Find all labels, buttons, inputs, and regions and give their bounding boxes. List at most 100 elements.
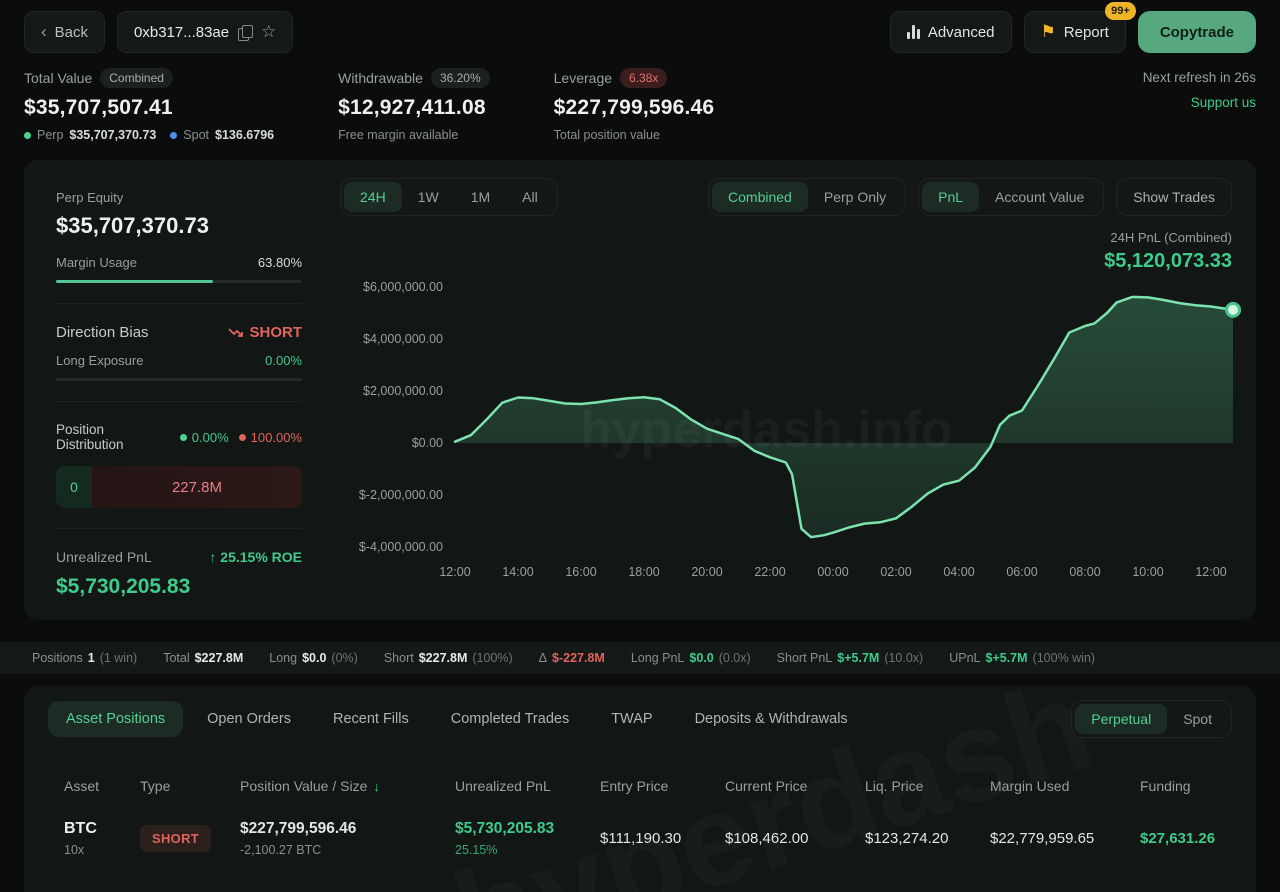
overview-chart-panel: Perp Equity $35,707,370.73 Margin Usage … <box>24 160 1256 620</box>
unrealized-pnl-cell: $5,730,205.83 25.15% <box>455 820 555 857</box>
topbar-actions: Advanced ⚑ Report 99+ Copytrade <box>889 2 1256 53</box>
address-pill[interactable]: 0xb317...83ae ☆ <box>117 11 294 53</box>
col-asset[interactable]: Asset <box>64 770 140 802</box>
col-liq-price[interactable]: Liq. Price <box>865 770 990 802</box>
report-label: Report <box>1063 23 1109 41</box>
col-entry-price[interactable]: Entry Price <box>600 770 725 802</box>
tab-deposits-withdrawals[interactable]: Deposits & Withdrawals <box>677 701 866 737</box>
summary-upnl: UPnL $+5.7M (100% win) <box>949 651 1096 665</box>
show-trades-button[interactable]: Show Trades <box>1116 178 1232 216</box>
liq-price-cell: $123,274.20 <box>865 830 949 847</box>
roe-value: 25.15% ROE <box>220 549 302 565</box>
withdrawable-badge: 36.20% <box>430 68 490 88</box>
col-current-price[interactable]: Current Price <box>725 770 865 802</box>
withdrawable-stat: Withdrawable 36.20% $12,927,411.08 Free … <box>338 68 490 142</box>
refresh-countdown: Next refresh in 26s <box>1142 70 1256 85</box>
range-tab-24h[interactable]: 24H <box>344 182 402 212</box>
perp-value: $35,707,370.73 <box>69 128 157 142</box>
metric-tab-group: PnL Account Value <box>918 178 1105 216</box>
leverage-label: Leverage <box>553 70 613 86</box>
position-value-cell: $227,799,596.46 -2,100.27 BTC <box>240 820 357 857</box>
svg-text:02:00: 02:00 <box>880 565 911 579</box>
metric-tab-account-value[interactable]: Account Value <box>979 182 1100 212</box>
table-row[interactable]: BTC 10x SHORT $227,799,596.46 -2,100.27 … <box>64 802 1216 865</box>
range-tab-1w[interactable]: 1W <box>402 182 455 212</box>
direction-bias-label: Direction Bias <box>56 324 149 341</box>
col-unrealized-pnl[interactable]: Unrealized PnL <box>455 770 600 802</box>
wallet-address: 0xb317...83ae <box>134 23 230 41</box>
star-icon[interactable]: ☆ <box>261 23 276 40</box>
table-header-row: Asset Type Position Value / Size ↓ Unreal… <box>64 770 1216 802</box>
range-tab-1m[interactable]: 1M <box>455 182 506 212</box>
summary-long: Long $0.0 (0%) <box>269 651 358 665</box>
tab-completed-trades[interactable]: Completed Trades <box>433 701 587 737</box>
tab-twap[interactable]: TWAP <box>593 701 670 737</box>
svg-text:$4,000,000.00: $4,000,000.00 <box>363 332 443 346</box>
perp-dot-icon <box>24 131 31 139</box>
spot-value: $136.6796 <box>215 128 275 142</box>
long-exposure-label: Long Exposure <box>56 353 144 368</box>
advanced-button[interactable]: Advanced <box>889 11 1012 53</box>
withdrawable-label: Withdrawable <box>338 70 423 86</box>
spot-label: Spot <box>183 128 210 142</box>
summary-delta: Δ $-227.8M <box>538 651 605 665</box>
support-us-link[interactable]: Support us <box>1143 95 1256 110</box>
account-stats-row: Total Value Combined $35,707,507.41 Perp… <box>24 68 1256 142</box>
advanced-label: Advanced <box>927 23 995 41</box>
report-count-badge: 99+ <box>1105 2 1136 20</box>
divider <box>56 303 302 304</box>
report-button-wrap: ⚑ Report 99+ <box>1023 2 1136 53</box>
col-funding[interactable]: Funding <box>1140 770 1216 802</box>
pnl-area-chart: $6,000,000.00 $4,000,000.00 $2,000,000.00 $… <box>359 280 1242 579</box>
tab-open-orders[interactable]: Open Orders <box>189 701 309 737</box>
sort-desc-icon: ↓ <box>373 779 380 794</box>
metric-tab-pnl[interactable]: PnL <box>922 182 980 212</box>
summary-short: Short $227.8M (100%) <box>383 651 513 665</box>
mode-tab-perp-only[interactable]: Perp Only <box>808 182 902 212</box>
trend-down-icon <box>227 327 243 337</box>
copytrade-button[interactable]: Copytrade <box>1137 11 1256 53</box>
svg-text:00:00: 00:00 <box>817 565 848 579</box>
svg-text:$-2,000,000.00: $-2,000,000.00 <box>359 488 443 502</box>
total-value: $35,707,507.41 <box>24 96 173 119</box>
pnl-readout-label: 24H PnL (Combined) <box>1110 230 1232 245</box>
svg-text:$0.00: $0.00 <box>412 436 443 450</box>
svg-text:14:00: 14:00 <box>502 565 533 579</box>
copy-icon[interactable] <box>237 24 254 41</box>
position-distribution-bar: 0 227.8M <box>56 466 302 508</box>
bar-chart-icon <box>906 25 920 39</box>
asset-cell: BTC 10x <box>64 802 140 865</box>
col-margin-used[interactable]: Margin Used <box>990 770 1140 802</box>
summary-long-pnl: Long PnL $0.0 (0.0x) <box>630 651 751 665</box>
entry-price-cell: $111,190.30 <box>600 830 682 847</box>
perp-equity-value: $35,707,370.73 <box>56 213 209 238</box>
range-tab-all[interactable]: All <box>506 182 554 212</box>
divider <box>56 401 302 402</box>
svg-text:22:00: 22:00 <box>754 565 785 579</box>
long-exposure-value: 0.00% <box>265 353 302 368</box>
svg-text:18:00: 18:00 <box>628 565 659 579</box>
funding-cell: $27,631.26 <box>1140 830 1216 847</box>
leverage-sub: 10x <box>64 843 85 857</box>
col-position-value[interactable]: Position Value / Size ↓ <box>240 770 455 802</box>
mode-tab-combined[interactable]: Combined <box>712 182 808 212</box>
pnl-chart-area[interactable]: hyperdash.info $6,000,000.00 $4,000,000.0… <box>340 270 1256 580</box>
svg-text:08:00: 08:00 <box>1069 565 1100 579</box>
col-type[interactable]: Type <box>140 770 240 802</box>
chevron-left-icon: ‹ <box>41 22 47 41</box>
tab-asset-positions[interactable]: Asset Positions <box>48 701 184 737</box>
arrow-up-icon: ↑ <box>209 549 217 565</box>
long-exposure-bar <box>56 378 302 381</box>
back-button[interactable]: ‹ Back <box>24 11 106 53</box>
tab-recent-fills[interactable]: Recent Fills <box>315 701 427 737</box>
svg-text:16:00: 16:00 <box>565 565 596 579</box>
dist-short-pct: 100.00% <box>250 429 302 445</box>
pnl-readout: 24H PnL (Combined) $5,120,073.33 <box>1104 230 1232 273</box>
market-tab-perpetual[interactable]: Perpetual <box>1075 704 1168 734</box>
total-value-label: Total Value <box>24 70 93 86</box>
market-tab-spot[interactable]: Spot <box>1167 704 1228 734</box>
summary-positions: Positions 1 (1 win) <box>32 651 138 665</box>
positions-table: Asset Type Position Value / Size ↓ Unreal… <box>64 770 1216 865</box>
unrealized-pnl-label: Unrealized PnL <box>56 549 152 565</box>
withdrawable-value: $12,927,411.08 <box>338 96 486 119</box>
